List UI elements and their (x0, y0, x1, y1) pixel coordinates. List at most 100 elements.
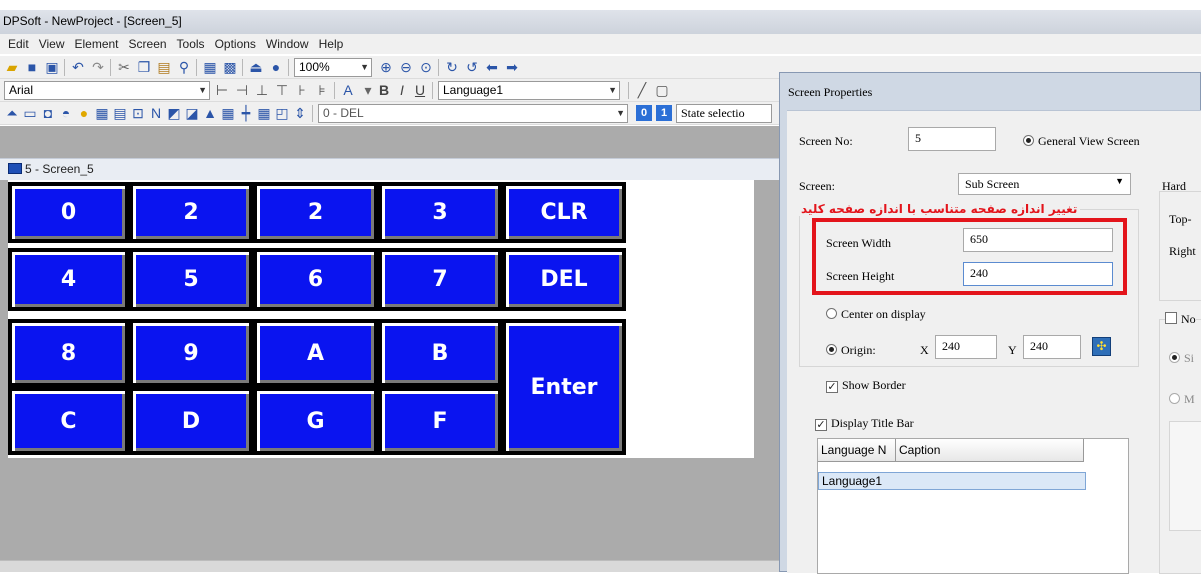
find-icon[interactable]: ⚲ (176, 59, 192, 75)
key-8[interactable]: 8 (8, 319, 129, 387)
key-7[interactable]: 7 (378, 248, 502, 311)
menu-help[interactable]: Help (319, 37, 344, 51)
key-b[interactable]: B (378, 319, 502, 387)
chart-element-icon[interactable]: ◪ (184, 105, 200, 121)
trend-element-icon[interactable]: ◩ (166, 105, 182, 121)
forward-icon[interactable]: ➡ (504, 59, 520, 75)
bold-icon[interactable]: B (376, 82, 392, 98)
menu-options[interactable]: Options (215, 37, 256, 51)
center-display-radio[interactable]: Center on display (826, 307, 926, 322)
column-header-caption[interactable]: Caption (896, 439, 1084, 462)
key-2[interactable]: 2 (129, 182, 253, 243)
save-icon[interactable]: ■ (24, 59, 40, 75)
origin-radio[interactable]: Origin: (826, 343, 876, 358)
circle-element-icon[interactable]: ● (76, 105, 92, 121)
state-1-button[interactable]: 1 (656, 105, 672, 121)
italic-icon[interactable]: I (394, 82, 410, 98)
zoom-select[interactable]: 100% ▼ (294, 58, 372, 77)
key-g[interactable]: G (253, 387, 378, 455)
paste-icon[interactable]: ▤ (156, 59, 172, 75)
screen-no-input[interactable]: 5 (908, 127, 996, 151)
menu-screen[interactable]: Screen (129, 37, 167, 51)
key-3[interactable]: 3 (378, 182, 502, 243)
screen-tab[interactable]: 5 - Screen_5 (0, 158, 800, 180)
n-checkbox[interactable]: No (1165, 312, 1196, 327)
display-title-bar-checkbox[interactable]: ✓ Display Title Bar (815, 416, 914, 431)
alarm-element-icon[interactable]: ▲ (202, 105, 218, 121)
underline-icon[interactable]: U (412, 82, 428, 98)
x-input[interactable]: 240 (935, 335, 997, 359)
caption-table[interactable]: Language N Caption Language1 (817, 438, 1129, 574)
zoom-out-icon[interactable]: ⊖ (398, 59, 414, 75)
n-element-icon[interactable]: Ν (148, 105, 164, 121)
state-selection-select[interactable]: State selectio (676, 104, 772, 123)
state-0-button[interactable]: 0 (636, 105, 652, 121)
menu-view[interactable]: View (39, 37, 65, 51)
key-9[interactable]: 9 (129, 319, 253, 387)
key-c[interactable]: C (8, 387, 129, 455)
undo-icon[interactable]: ↶ (70, 59, 86, 75)
back-icon[interactable]: ⬅ (484, 59, 500, 75)
align-left-icon[interactable]: ⊢ (214, 82, 230, 98)
screen-type-select[interactable]: Sub Screen ▼ (958, 173, 1131, 195)
menu-element[interactable]: Element (74, 37, 118, 51)
slider-element-icon[interactable]: ┿ (238, 105, 254, 121)
y-input[interactable]: 240 (1023, 335, 1081, 359)
key-4[interactable]: 4 (8, 248, 129, 311)
font-color-icon[interactable]: A (340, 82, 356, 98)
key-enter[interactable]: Enter (502, 319, 626, 455)
key-del[interactable]: DEL (502, 248, 626, 311)
key-a[interactable]: A (253, 319, 378, 387)
si-radio[interactable]: Si (1169, 351, 1194, 366)
align-right-icon[interactable]: ⊥ (254, 82, 270, 98)
valign-middle-icon[interactable]: ⊦ (294, 82, 310, 98)
valign-top-icon[interactable]: ⊤ (274, 82, 290, 98)
arrow-element-icon[interactable]: ⇕ (292, 105, 308, 121)
menu-tools[interactable]: Tools (177, 37, 205, 51)
table-element-icon[interactable]: ▦ (256, 105, 272, 121)
numeric-element-icon[interactable]: ▦ (94, 105, 110, 121)
button-element-icon[interactable]: ⏶ (4, 105, 20, 121)
zoom-fit-icon[interactable]: ⊙ (418, 59, 434, 75)
key-d[interactable]: D (129, 387, 253, 455)
open-icon[interactable]: ▰ (4, 59, 20, 75)
show-border-checkbox[interactable]: ✓ Show Border (826, 378, 906, 393)
lamp-element-icon[interactable]: ◘ (40, 105, 56, 121)
keyboard-element-icon[interactable]: ▦ (220, 105, 236, 121)
key-f[interactable]: F (378, 387, 502, 455)
redo-icon[interactable]: ↷ (90, 59, 106, 75)
general-view-radio[interactable]: General View Screen (1023, 134, 1140, 149)
chevron-down-icon[interactable]: ▾ (360, 82, 376, 98)
compile-icon[interactable]: ▦ (202, 59, 218, 75)
cut-icon[interactable]: ✂ (116, 59, 132, 75)
ascii-element-icon[interactable]: ▤ (112, 105, 128, 121)
save-all-icon[interactable]: ▣ (44, 59, 60, 75)
meter-element-icon[interactable]: ◓ (58, 105, 74, 121)
picture-element-icon[interactable]: ◰ (274, 105, 290, 121)
valign-bottom-icon[interactable]: ⊧ (314, 82, 330, 98)
font-select[interactable]: Arial ▼ (4, 81, 210, 100)
menu-edit[interactable]: Edit (8, 37, 29, 51)
align-center-icon[interactable]: ⊣ (234, 82, 250, 98)
download-icon[interactable]: ▩ (222, 59, 238, 75)
zoom-in-icon[interactable]: ⊕ (378, 59, 394, 75)
key-5[interactable]: 5 (129, 248, 253, 311)
language-select[interactable]: Language1 ▼ (438, 81, 620, 100)
rotate-cw-icon[interactable]: ↻ (444, 59, 460, 75)
copy-icon[interactable]: ❐ (136, 59, 152, 75)
state-select[interactable]: 0 - DEL ▼ (318, 104, 628, 123)
rect-tool-icon[interactable]: ▢ (654, 82, 670, 98)
column-header-language[interactable]: Language N (818, 439, 896, 462)
info-icon[interactable]: ● (268, 59, 284, 75)
key-2-b[interactable]: 2 (253, 182, 378, 243)
line-tool-icon[interactable]: ╱ (634, 82, 650, 98)
menu-window[interactable]: Window (266, 37, 309, 51)
upload-icon[interactable]: ⏏ (248, 59, 264, 75)
key-0[interactable]: 0 (8, 182, 129, 243)
origin-picker-icon[interactable]: ✣ (1092, 337, 1111, 356)
key-6[interactable]: 6 (253, 248, 378, 311)
screen-canvas[interactable]: 0 2 2 3 CLR 4 5 6 7 DEL 8 9 A B Enter C … (8, 180, 754, 458)
table-row[interactable]: Language1 (818, 472, 1086, 490)
rotate-ccw-icon[interactable]: ↺ (464, 59, 480, 75)
frame-element-icon[interactable]: ▭ (22, 105, 38, 121)
